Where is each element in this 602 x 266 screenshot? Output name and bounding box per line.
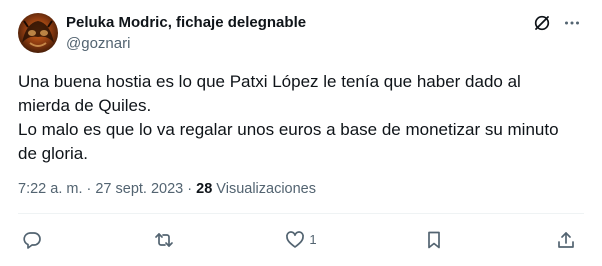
share-button[interactable] (556, 230, 580, 250)
grok-icon[interactable] (532, 13, 552, 33)
tweet-text-line: de gloria. (18, 144, 88, 163)
like-count: 1 (309, 232, 317, 247)
tweet-meta: 7:22 a. m. · 27 sept. 2023 · 28 Visualiz… (18, 180, 316, 198)
like-button[interactable]: 1 (285, 230, 317, 250)
divider (18, 213, 584, 214)
heart-icon (285, 230, 305, 250)
retweet-button[interactable] (154, 230, 178, 250)
reply-button[interactable] (22, 230, 46, 250)
more-icon[interactable] (562, 13, 582, 33)
reply-icon (22, 230, 42, 250)
views-count: 28 (196, 181, 213, 197)
tweet-text: Una buena hostia es lo que Patxi López l… (18, 70, 583, 166)
author-handle[interactable]: @goznari (66, 35, 130, 53)
bookmark-icon (424, 230, 444, 250)
tweet-text-line: mierda de Quiles. (18, 96, 152, 115)
avatar[interactable] (18, 13, 58, 53)
top-actions (532, 13, 582, 33)
share-icon (556, 230, 576, 250)
timestamp[interactable]: 7:22 a. m. · 27 sept. 2023 · (18, 181, 196, 197)
author-display-name[interactable]: Peluka Modric, fichaje delegnable (66, 14, 306, 32)
retweet-icon (154, 230, 174, 250)
views-label: Visualizaciones (212, 181, 316, 197)
tweet-text-line: Una buena hostia es lo que Patxi López l… (18, 72, 521, 91)
action-bar: 1 (22, 229, 580, 251)
tweet-card: Peluka Modric, fichaje delegnable @gozna… (0, 0, 602, 266)
bookmark-button[interactable] (424, 230, 448, 250)
tweet-text-line: Lo malo es que lo va regalar unos euros … (18, 120, 559, 139)
